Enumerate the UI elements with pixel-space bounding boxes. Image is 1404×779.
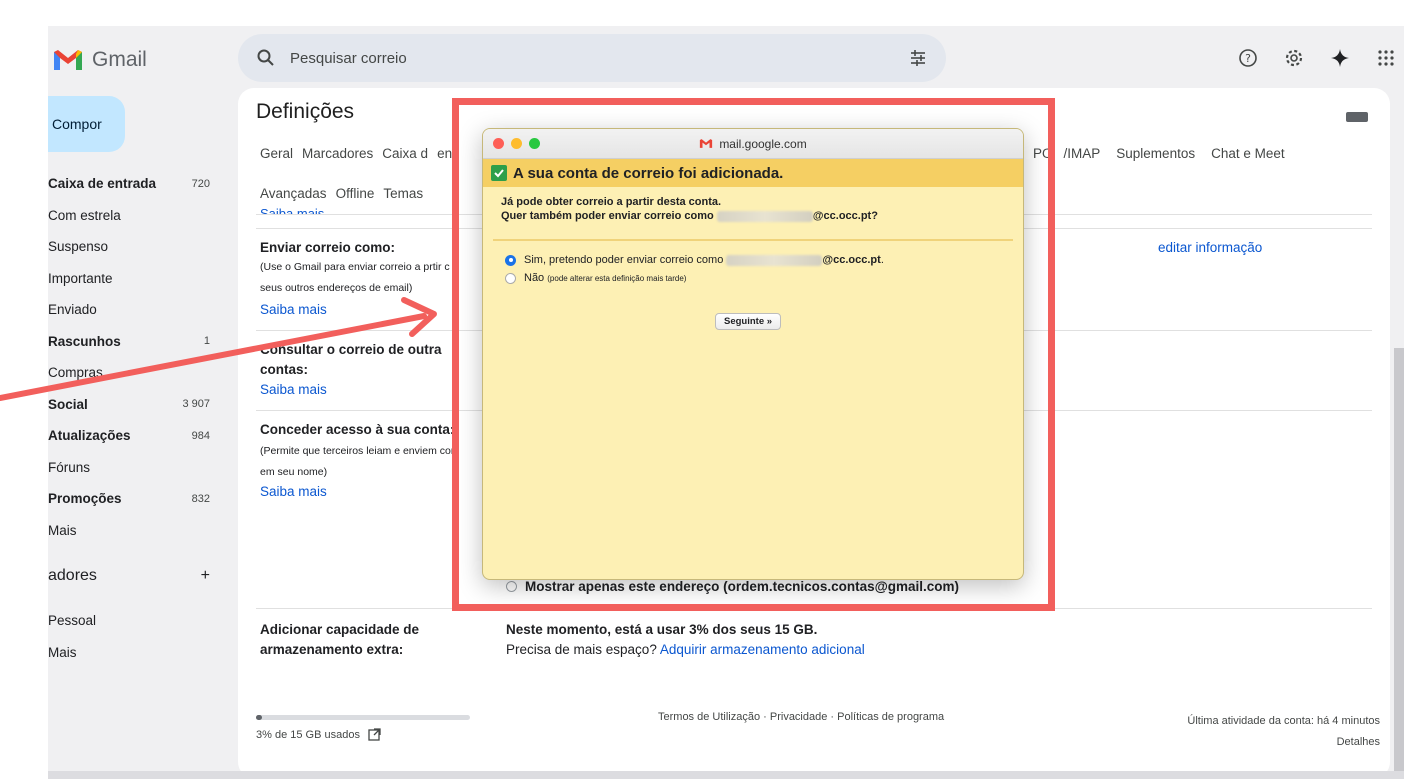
storage-progress-bar [256, 715, 470, 720]
search-options-icon[interactable] [908, 48, 928, 68]
sidebar-item-label: Atualizações [48, 428, 131, 444]
highlight-frame [452, 98, 1055, 611]
open-external-icon[interactable] [368, 728, 381, 741]
send-as-title: Enviar correio como: [260, 240, 396, 255]
sidebar-item-promotions[interactable]: Promoções 832 [48, 483, 218, 515]
grant-access-desc-1: (Permite que terceiros leiam e enviem co… [260, 445, 455, 457]
sidebar-item-forums[interactable]: Fóruns [48, 452, 218, 484]
details-link[interactable]: Detalhes [1187, 732, 1380, 753]
sidebar-item-starred[interactable]: Com estrela [48, 200, 218, 232]
storage-need-more: Precisa de mais espaço? [506, 642, 657, 657]
labels-list: Pessoal Mais [48, 604, 96, 668]
send-as-desc: (Use o Gmail para enviar correio a prtir… [260, 257, 450, 278]
edit-info-link[interactable]: editar informação [1158, 240, 1262, 255]
grant-access-desc-2: em seu nome) [260, 466, 328, 478]
sidebar-item-count: 720 [191, 177, 210, 190]
settings-gear-icon[interactable] [1284, 48, 1304, 68]
send-as-desc-1: (Use o Gmail para enviar correio a p [260, 261, 430, 273]
tab-addons[interactable]: Suplementos [1116, 146, 1195, 161]
settings-tabs-row2: Avançadas Offline Temas [260, 186, 423, 201]
tab-offline[interactable]: Offline [336, 186, 375, 201]
compose-button[interactable]: Compor [48, 96, 125, 152]
buy-storage-link[interactable]: Adquirir armazenamento adicional [660, 642, 865, 657]
search-icon[interactable] [256, 48, 276, 68]
storage-title: Adicionar capacidade de armazenamento ex… [260, 620, 419, 660]
label-item-more[interactable]: Mais [48, 636, 96, 668]
svg-text:?: ? [1245, 52, 1251, 65]
gmail-logo[interactable]: Gmail [52, 48, 147, 72]
sidebar-item-label: Caixa de entrada [48, 176, 157, 192]
gmail-wordmark: Gmail [92, 48, 147, 71]
tab-labels[interactable]: Marcadores [302, 146, 373, 161]
sidebar-item-label: Importante [48, 270, 113, 286]
footer-activity: Última atividade da conta: há 4 minutos … [1187, 711, 1380, 753]
send-as-desc-1b: rtir c [429, 261, 450, 273]
storage-info: Neste momento, está a usar 3% dos seus 1… [506, 620, 865, 660]
tab-advanced[interactable]: Avançadas [260, 186, 327, 201]
gmail-m-icon [54, 50, 82, 70]
storage-title-1: Adicionar capacidade de [260, 622, 420, 637]
gemini-sparkle-icon[interactable] [1330, 48, 1350, 68]
search-input[interactable]: Pesquisar correio [290, 50, 894, 67]
storage-title-2: armazenamento extra: [260, 642, 404, 657]
search-bar[interactable]: Pesquisar correio [238, 34, 946, 82]
learn-more-link-cut[interactable]: Saiba mais [260, 206, 324, 214]
scrollbar[interactable] [1394, 348, 1404, 778]
tab-chat-meet[interactable]: Chat e Meet [1211, 146, 1285, 161]
top-right-icons: ? [1238, 48, 1396, 68]
sidebar-item-label: Promoções [48, 491, 122, 507]
sidebar-item-snoozed[interactable]: Suspenso [48, 231, 218, 263]
keyboard-icon[interactable] [1346, 112, 1368, 122]
tab-general[interactable]: Geral [260, 146, 293, 161]
sidebar-item-label: Suspenso [48, 239, 109, 255]
tab-partial[interactable]: en [437, 146, 452, 161]
bottom-strip [48, 771, 1404, 779]
last-activity: Última atividade da conta: há 4 minutos [1187, 715, 1380, 727]
tab-inbox[interactable]: Caixa d [382, 146, 428, 161]
settings-tabs-row1-right: PO /IMAP Suplementos Chat e Meet [1033, 146, 1285, 161]
tab-imap[interactable]: /IMAP [1064, 146, 1101, 161]
storage-usage-text: 3% de 15 GB usados [256, 728, 360, 741]
help-icon[interactable]: ? [1238, 48, 1258, 68]
storage-usage-footer: 3% de 15 GB usados [256, 728, 381, 741]
sidebar-item-count: 832 [191, 492, 210, 505]
label-item-personal[interactable]: Pessoal [48, 604, 96, 636]
page-title: Definições [256, 100, 355, 123]
settings-tabs-row1: Geral Marcadores Caixa d en [260, 146, 452, 161]
sidebar-item-more[interactable]: Mais [48, 515, 218, 547]
add-label-button[interactable]: + [201, 567, 210, 585]
sidebar-item-count: 984 [191, 429, 210, 442]
labels-section-header: adores + [48, 567, 218, 585]
sidebar-item-label: Fóruns [48, 459, 91, 475]
footer-links[interactable]: Termos de Utilização · Privacidade · Pol… [658, 711, 944, 723]
annotation-arrow [0, 297, 437, 401]
sidebar-item-label: Com estrela [48, 207, 121, 223]
sidebar-item-label: Mais [48, 522, 77, 538]
apps-grid-icon[interactable] [1376, 48, 1396, 68]
sidebar-item-inbox[interactable]: Caixa de entrada 720 [48, 168, 218, 200]
tab-themes[interactable]: Temas [383, 186, 423, 201]
labels-heading: adores [48, 567, 97, 584]
storage-progress-fill [256, 715, 263, 720]
storage-usage-line: Neste momento, está a usar 3% dos seus 1… [506, 622, 818, 637]
grant-access-learn-more-link[interactable]: Saiba mais [260, 484, 327, 499]
